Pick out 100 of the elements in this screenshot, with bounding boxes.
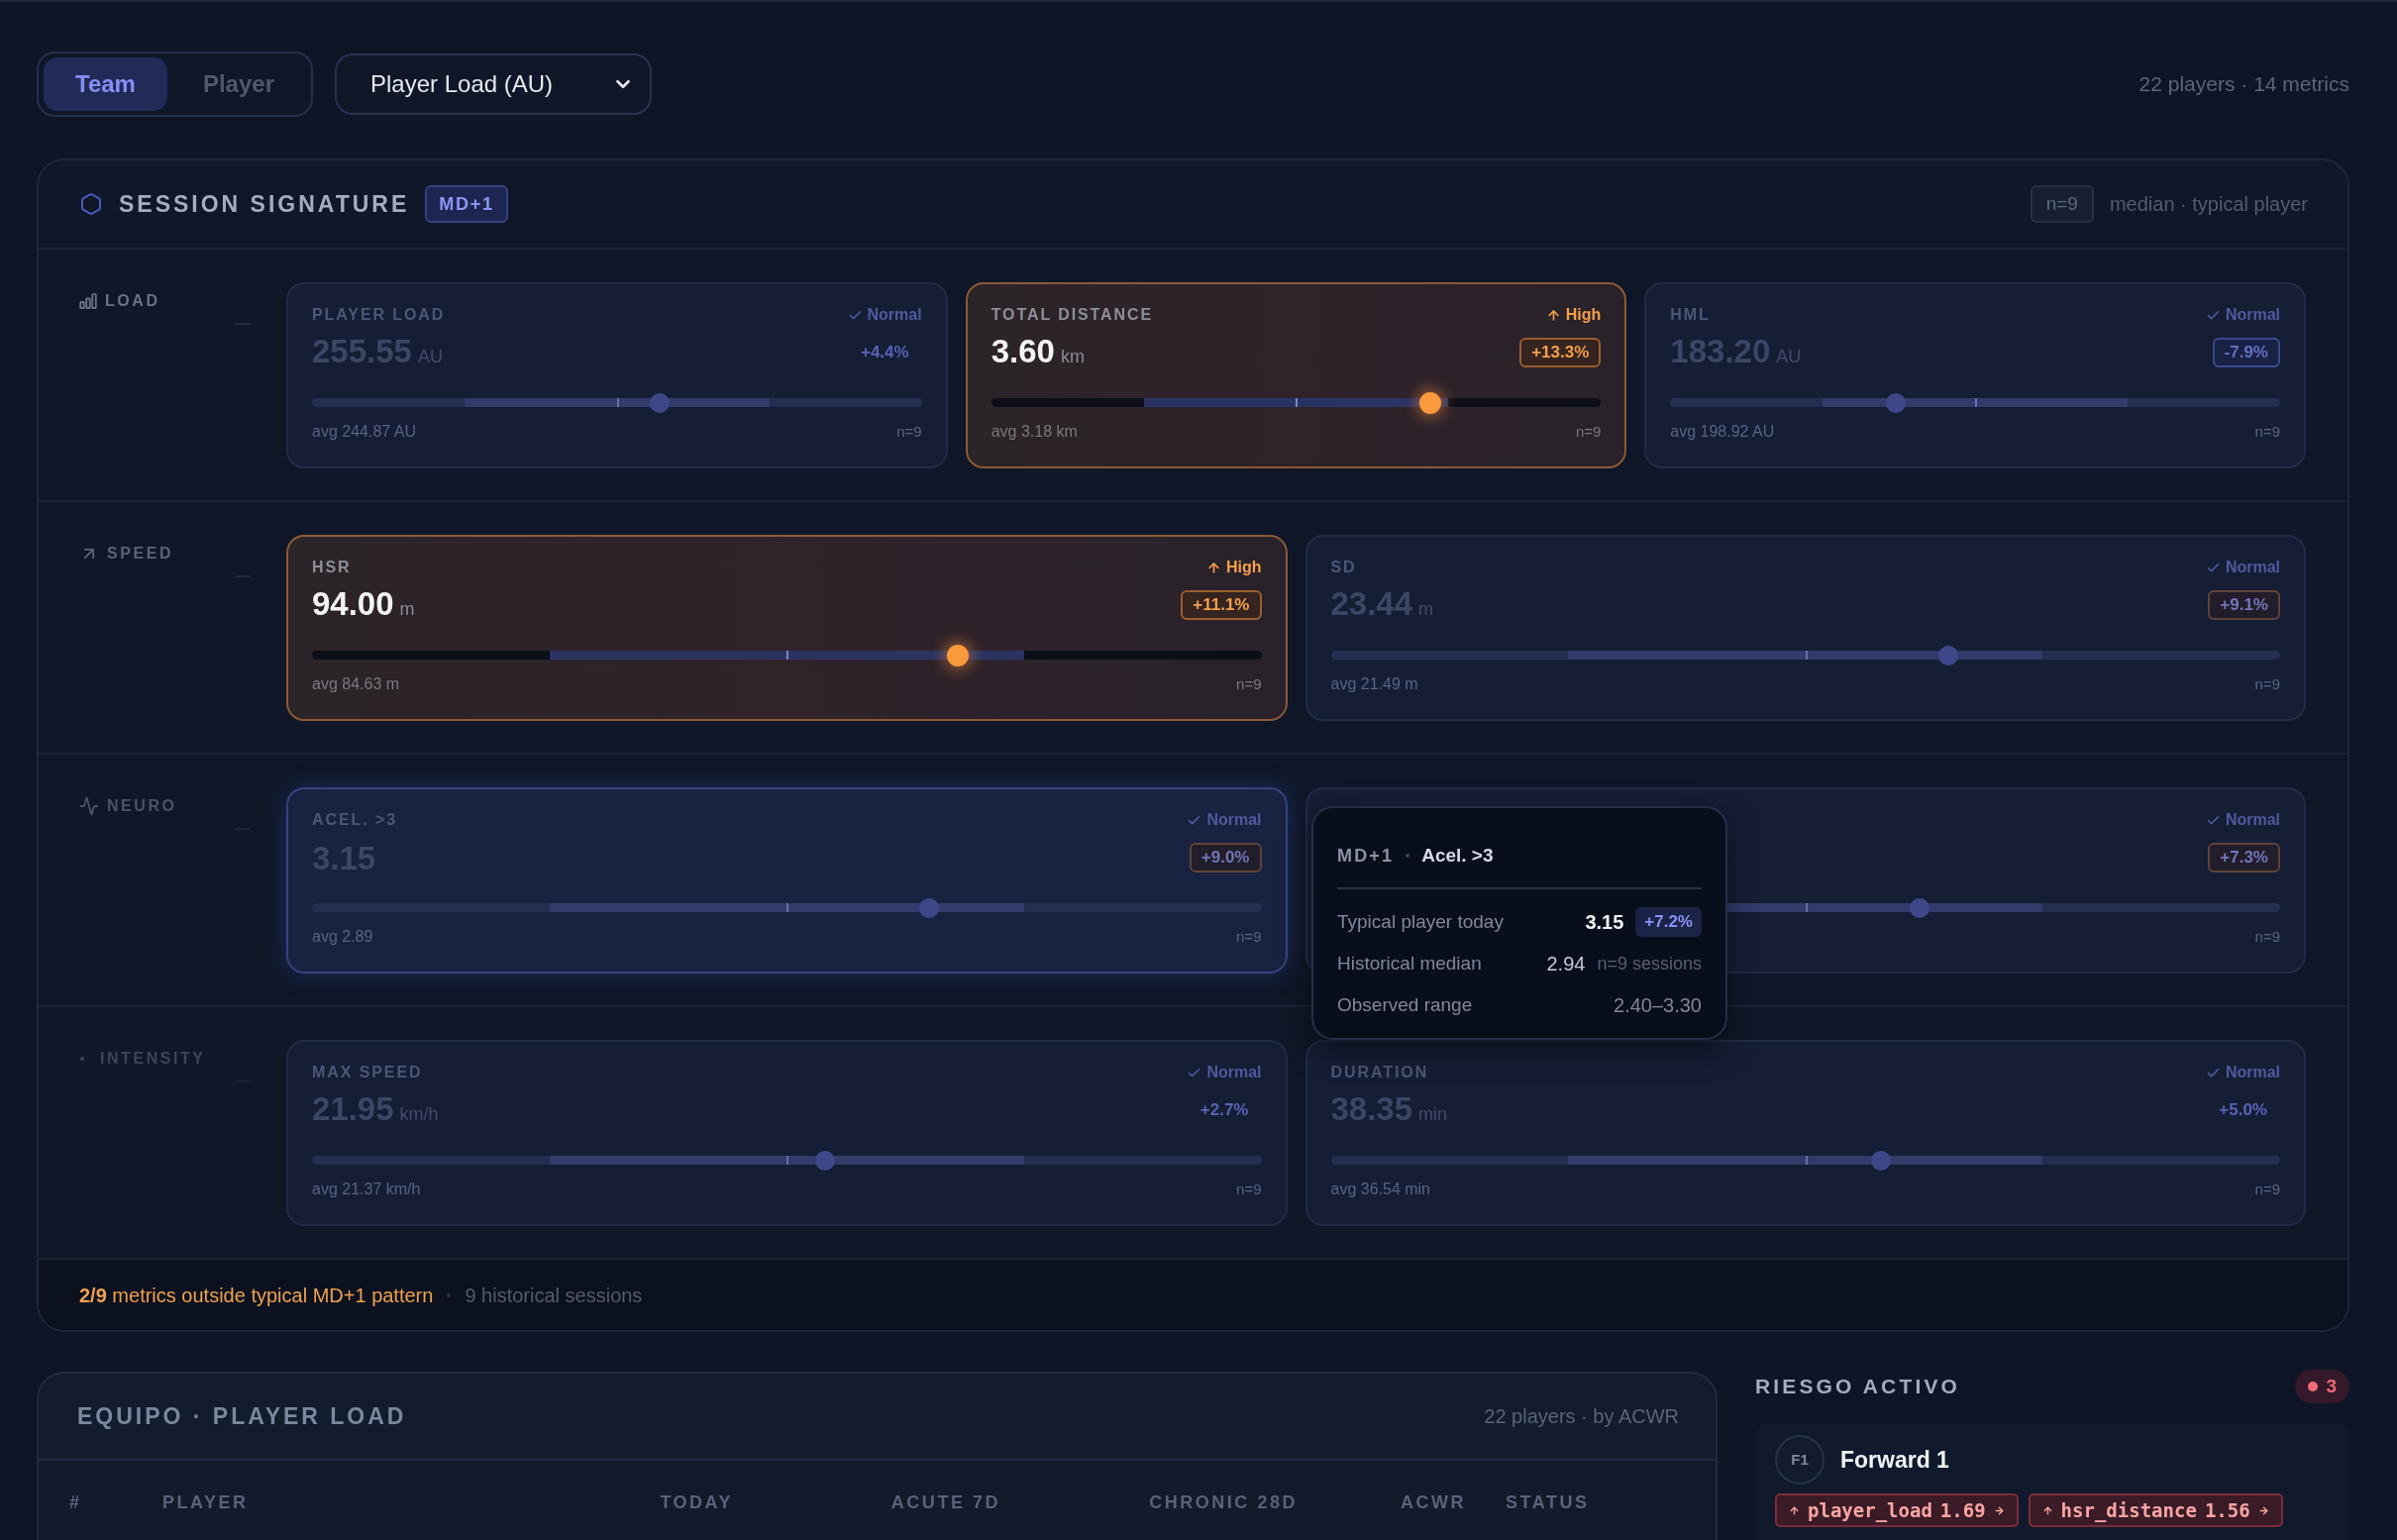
view-tab[interactable]: Team [44,57,167,111]
column-header: STATUS [1505,1490,1590,1514]
average-text: avg 2.89 [312,927,373,947]
tooltip-row-value: 3.15 [1585,910,1624,935]
delta-tag: +9.1% [2208,590,2280,620]
delta-tag: +7.3% [2208,843,2280,873]
metric-select[interactable]: Player Load (AU) [335,53,652,115]
metric-label: SD [1330,558,1357,577]
sample-size-text: n=9 [1236,1179,1262,1199]
table-title: EQUIPO · PLAYER LOAD [77,1401,407,1431]
metric-unit: m [399,598,415,621]
group-label: NEURO [107,796,177,816]
flag-value: 1.69 [1939,1497,1986,1523]
median-tick [616,398,619,407]
delta-tag: +13.3% [1519,338,1602,367]
outlier-summary: 2/9 metrics outside typical MD+1 pattern [79,1283,434,1308]
column-header: PLAYER [162,1490,250,1514]
metric-label: PLAYER LOAD [312,305,446,325]
column-header: CHRONIC 28D [1148,1490,1298,1514]
arrow-right-icon [1993,1504,2005,1516]
delta-text: +2.7% [1199,1099,1249,1122]
average-text: avg 21.49 m [1330,674,1418,694]
median-tick [786,651,789,660]
metric-label: HSR [312,558,352,577]
metric-label: TOTAL DISTANCE [990,305,1154,325]
average-text: avg 84.63 m [312,674,400,694]
panel-title: SESSION SIGNATURE [119,189,410,219]
risk-count: 3 [2326,1374,2337,1398]
sample-size-text: n=9 [896,421,922,442]
flag-value: 1.56 [2204,1497,2250,1523]
tooltip-row-value: 2.40–3.30 [1614,993,1702,1018]
sample-size-text: n=9 [2254,673,2280,694]
metric-unit: km [1060,346,1085,368]
session-day-tag: MD+1 [425,185,508,223]
flag-metric: hsr_distance [2060,1497,2197,1524]
metric-label: DURATION [1330,1063,1429,1082]
bar-chart-icon [79,293,97,309]
status-label: High [1565,305,1602,325]
average-text: avg 36.54 min [1330,1180,1430,1199]
median-tick [1805,651,1808,660]
arrow-right-icon [2257,1504,2269,1516]
delta-tag: +9.0% [1189,843,1262,873]
flag-metric: player_load [1808,1497,1932,1524]
sample-size-tag: n=9 [2030,185,2094,223]
pulse-icon [79,796,99,816]
metric-label: HML [1670,305,1711,325]
sample-size-text: n=9 [2254,926,2280,947]
status-label: Normal [2225,558,2280,577]
tooltip-row-label: Historical median [1337,951,1482,975]
arrow-up-icon [1789,1504,1800,1516]
panel-caption: median · typical player [2109,192,2308,217]
median-tick [1805,903,1808,912]
arrow-up-icon [2041,1504,2053,1516]
tooltip-title: Acel. >3 [1421,843,1494,868]
average-text: avg 244.87 AU [312,422,416,442]
player-name: Forward 1 [1840,1445,1949,1475]
delta-tag: -7.9% [2212,338,2280,367]
delta-text: +5.0% [2219,1099,2267,1122]
sample-size-text: n=9 [1236,926,1262,947]
status-label: Normal [2225,305,2280,325]
median-tick [1805,1156,1808,1165]
status-label: Normal [867,305,922,325]
table-caption: 22 players · by ACWR [1484,1404,1679,1429]
median-tick [786,1156,789,1165]
column-header: # [69,1490,83,1514]
delta-tag: +11.1% [1181,590,1262,620]
median-tick [1975,398,1978,407]
summary-text: 22 players · 14 metrics [2138,71,2349,98]
delta-text: +4.4% [860,342,909,364]
tooltip-row-label: Typical player today [1337,909,1504,934]
sample-size-text: n=9 [1236,673,1262,694]
status-label: Normal [1206,1063,1262,1082]
average-text: avg 198.92 AU [1670,422,1775,442]
group-label: LOAD [105,291,160,311]
status-label: Normal [2225,1063,2280,1082]
tooltip-row-value: 2.94 [1546,952,1586,976]
tooltip-day: MD+1 [1337,842,1395,870]
metric-value: 3.60 [990,335,1055,367]
risk-title: RIESGO ACTIVO [1755,1374,1961,1400]
average-text: avg 21.37 km/h [312,1180,421,1199]
delta-tag: +7.2% [1635,907,1702,937]
tooltip-row-label: Observed range [1337,992,1473,1017]
column-header: TODAY [659,1490,733,1514]
group-label: SPEED [107,544,174,564]
tooltip-row-note: n=9 sessions [1597,952,1702,975]
hexagon-icon [79,192,103,216]
column-header: ACWR [1399,1490,1466,1514]
sample-size-text: n=9 [2254,1179,2280,1199]
status-label: Normal [2225,810,2280,830]
median-tick [1296,398,1299,407]
sample-size-text: n=9 [1575,421,1602,442]
sessions-text: 9 historical sessions [465,1283,643,1308]
sample-size-text: n=9 [2254,421,2280,442]
status-label: High [1225,558,1262,577]
column-header: ACUTE 7D [889,1490,1000,1514]
median-tick [786,903,789,912]
status-label: Normal [1206,810,1262,830]
average-text: avg 3.18 km [990,422,1078,442]
metric-value: 94.00 [312,587,394,620]
risk-player-card[interactable]: F1 Forward 1 player_load 1.69 hsr_distance 1.56 [1755,1423,2349,1540]
